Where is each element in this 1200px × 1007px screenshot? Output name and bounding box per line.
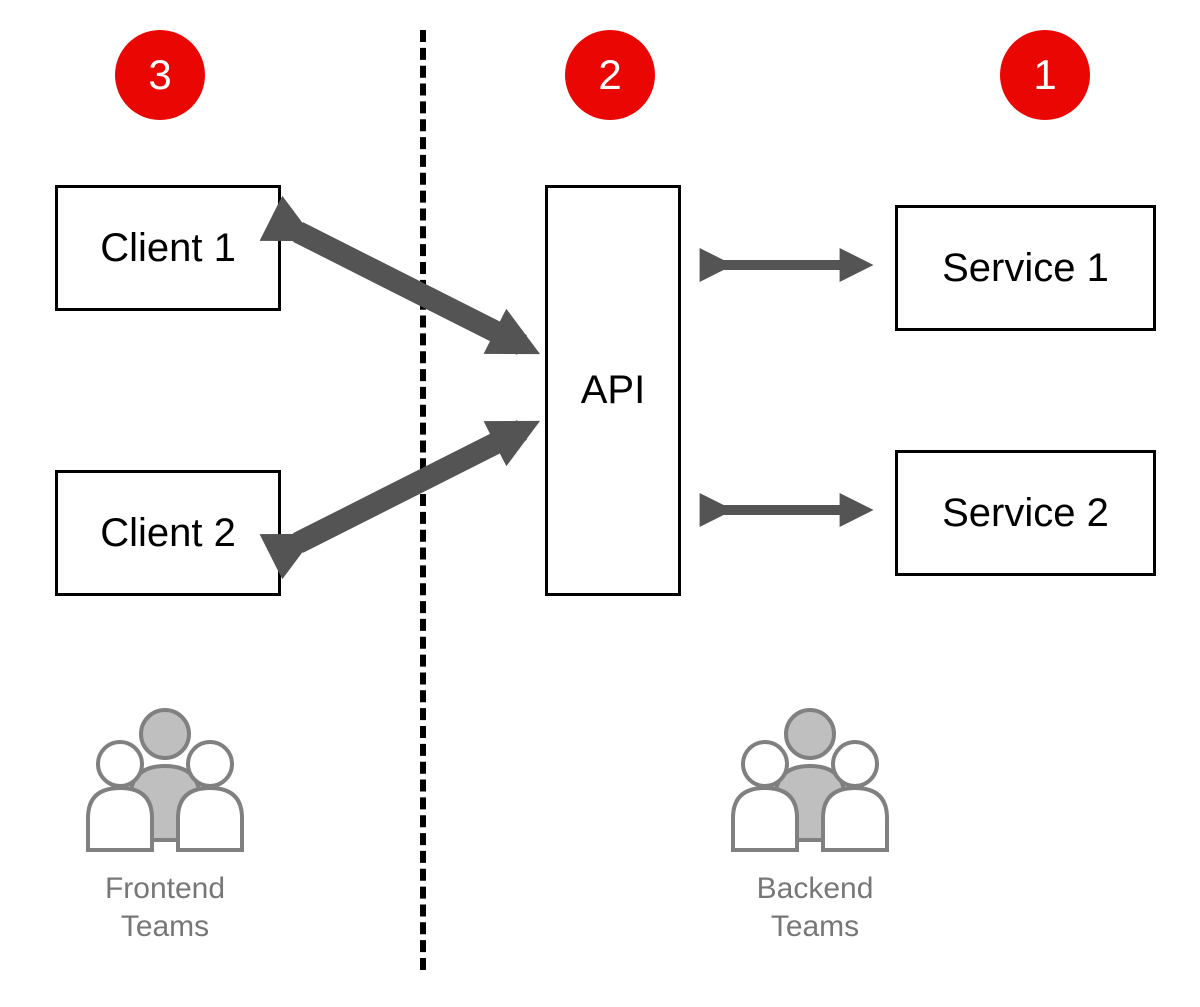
arrow-client2-api xyxy=(298,430,522,543)
step-badge-2-number: 2 xyxy=(598,51,621,98)
boundary-divider xyxy=(420,30,426,970)
backend-team-icon xyxy=(725,700,895,860)
service-1-label: Service 1 xyxy=(942,246,1109,291)
diagram-canvas: 3 2 1 Client 1 Client 2 API Service 1 Se… xyxy=(0,0,1200,1007)
api-label: API xyxy=(581,368,645,413)
step-badge-3: 3 xyxy=(115,30,205,120)
client-1-box: Client 1 xyxy=(55,185,281,311)
step-badge-1: 1 xyxy=(1000,30,1090,120)
step-badge-3-number: 3 xyxy=(148,51,171,98)
service-2-label: Service 2 xyxy=(942,491,1109,536)
backend-team-label: Backend Teams xyxy=(745,870,885,945)
frontend-team-icon xyxy=(80,700,250,860)
client-2-label: Client 2 xyxy=(100,511,236,556)
client-1-label: Client 1 xyxy=(100,226,236,271)
frontend-team-label: Frontend Teams xyxy=(95,870,235,945)
arrow-client1-api xyxy=(298,232,522,345)
client-2-box: Client 2 xyxy=(55,470,281,596)
service-2-box: Service 2 xyxy=(895,450,1156,576)
step-badge-2: 2 xyxy=(565,30,655,120)
api-box: API xyxy=(545,185,681,596)
service-1-box: Service 1 xyxy=(895,205,1156,331)
step-badge-1-number: 1 xyxy=(1033,51,1056,98)
